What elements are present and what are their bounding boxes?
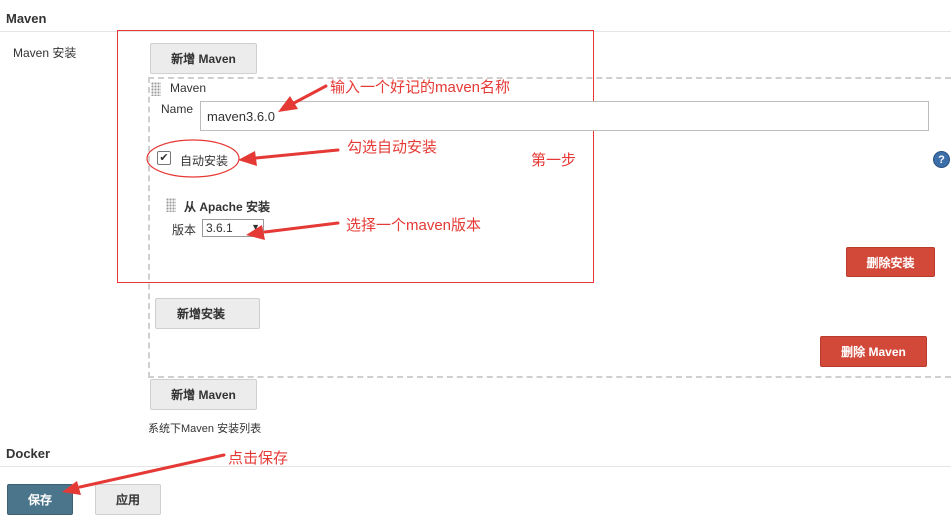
maven-install-label: Maven 安装 bbox=[13, 46, 77, 60]
installer-drag-handle-icon[interactable] bbox=[166, 198, 176, 212]
name-label: Name bbox=[161, 102, 194, 116]
installer-title: 从 Apache 安装 bbox=[184, 200, 271, 214]
apply-button[interactable]: 应用 bbox=[95, 484, 161, 515]
delete-installer-button[interactable]: 删除安装 bbox=[846, 247, 935, 277]
delete-maven-button[interactable]: 删除 Maven bbox=[820, 336, 927, 367]
maven-item-title: Maven bbox=[170, 81, 207, 95]
add-maven-button[interactable]: 新增 Maven bbox=[150, 43, 257, 74]
add-installer-button[interactable]: 新增安装 ▼ bbox=[155, 298, 260, 329]
maven-list-note: 系统下Maven 安装列表 bbox=[148, 423, 262, 435]
auto-install-hint-annotation: 勾选自动安装 bbox=[347, 139, 438, 156]
version-select[interactable]: 3.6.1 ▼ bbox=[202, 219, 264, 237]
maven-name-input[interactable] bbox=[200, 101, 929, 131]
name-hint-annotation: 输入一个好记的maven名称 bbox=[330, 79, 511, 96]
add-maven-bottom-button[interactable]: 新增 Maven bbox=[150, 379, 257, 410]
maven-section-title: Maven bbox=[6, 11, 47, 26]
version-value: 3.6.1 bbox=[206, 221, 233, 235]
dropdown-arrow-icon: ▼ bbox=[215, 309, 223, 318]
version-label: 版本 bbox=[172, 223, 197, 237]
help-icon[interactable]: ? bbox=[933, 151, 950, 168]
drag-handle-icon[interactable] bbox=[151, 82, 161, 96]
step-annotation: 第一步 bbox=[531, 152, 577, 169]
annotation-ellipse bbox=[146, 139, 240, 178]
chevron-down-icon: ▼ bbox=[251, 222, 260, 232]
docker-section-title: Docker bbox=[6, 446, 51, 461]
version-hint-annotation: 选择一个maven版本 bbox=[346, 217, 482, 234]
docker-divider bbox=[0, 466, 951, 467]
save-hint-annotation: 点击保存 bbox=[228, 450, 289, 467]
save-button[interactable]: 保存 bbox=[7, 484, 73, 515]
